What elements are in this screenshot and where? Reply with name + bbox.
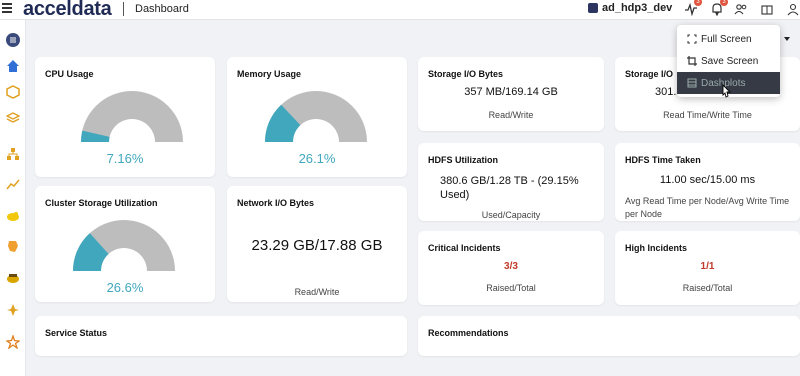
card-title: Storage I/O <box>625 69 674 79</box>
service-status-card: Service Status <box>35 316 407 356</box>
card-title: Critical Incidents <box>428 243 501 253</box>
chart-icon[interactable] <box>5 176 21 192</box>
hdfs-time-card: HDFS Time Taken 11.00 sec/15.00 ms Avg R… <box>615 143 800 221</box>
memory-gauge <box>265 91 367 142</box>
menu-item-full-screen[interactable]: Full Screen <box>677 28 780 50</box>
cpu-gauge <box>81 91 183 142</box>
hive-icon[interactable] <box>5 238 21 254</box>
high-sub: Raised/Total <box>682 283 733 293</box>
card-title: Service Status <box>45 328 108 338</box>
activity-badge: 3 <box>694 0 702 6</box>
cluster-storage-gauge <box>73 220 175 271</box>
storage-io-bytes-card: Storage I/O Bytes 357 MB/169.14 GB Read/… <box>418 57 604 131</box>
card-title: High Incidents <box>625 243 688 253</box>
card-title: HDFS Utilization <box>428 155 498 165</box>
hdfs-time-value: 11.00 sec/15.00 ms <box>659 174 756 186</box>
bell-icon[interactable]: 3 <box>710 0 728 17</box>
dashplots-icon <box>687 78 697 88</box>
bell-badge: 3 <box>720 0 728 6</box>
pointer-cursor-icon <box>722 84 732 98</box>
top-bar: acceldata Dashboard ad_hdp3_dev 3 3 <box>0 0 800 20</box>
card-title: Cluster Storage Utilization <box>45 198 158 208</box>
critical-value: 3/3 <box>504 261 518 272</box>
card-title: Memory Usage <box>237 69 302 79</box>
card-title: Recommendations <box>428 328 509 338</box>
hdfs-time-sub-line2: per Node <box>625 209 663 219</box>
chevron-down-icon[interactable] <box>784 37 790 41</box>
storage-io-sub: Read/Write <box>488 110 534 120</box>
cluster-icon <box>588 3 598 13</box>
card-title: Storage I/O Bytes <box>428 69 504 79</box>
hdfs-util-value: 380.6 GB/1.28 TB - (29.15% Used) <box>440 174 579 202</box>
memory-usage-card: Memory Usage 26.1% <box>227 57 407 177</box>
high-value: 1/1 <box>700 261 715 272</box>
page-title: Dashboard <box>135 3 189 15</box>
network-value: 23.29 GB/17.88 GB <box>251 237 383 254</box>
hadoop-icon[interactable] <box>5 208 21 224</box>
activity-icon[interactable]: 3 <box>684 0 702 17</box>
sidebar <box>0 20 26 376</box>
users-icon[interactable] <box>734 2 748 16</box>
cube-icon[interactable] <box>5 84 21 100</box>
menu-item-save-screen[interactable]: Save Screen <box>677 50 780 72</box>
kafka-icon[interactable] <box>5 334 21 350</box>
divider <box>123 2 124 16</box>
storage-io-value: 357 MB/169.14 GB <box>464 86 558 98</box>
critical-incidents-card[interactable]: Critical Incidents 3/3 Raised/Total <box>418 231 604 305</box>
app-logo[interactable]: acceldata <box>23 0 112 21</box>
hdfs-time-sub: Avg Read Time per Node/Avg Write Time pe… <box>625 195 789 221</box>
home-icon[interactable] <box>5 58 21 74</box>
cpu-usage-card: CPU Usage 7.16% <box>35 57 215 177</box>
hdfs-util-value-line1: 380.6 GB/1.28 TB - (29.15% <box>440 175 579 187</box>
recommendations-card: Recommendations <box>418 316 800 356</box>
box-icon[interactable] <box>760 2 774 16</box>
menu-item-label: Save Screen <box>701 55 759 67</box>
high-incidents-card[interactable]: High Incidents 1/1 Raised/Total <box>615 231 800 305</box>
card-title: HDFS Time Taken <box>625 155 701 165</box>
card-title: CPU Usage <box>45 69 94 79</box>
hdfs-util-value-line2: Used) <box>440 189 470 201</box>
network-io-card: Network I/O Bytes 23.29 GB/17.88 GB Read… <box>227 186 407 302</box>
cluster-storage-card: Cluster Storage Utilization 26.6% <box>35 186 215 302</box>
hdfs-time-sub-line1: Avg Read Time per Node/Avg Write Time <box>625 196 790 206</box>
gauge-value: 7.16% <box>106 151 144 166</box>
fullscreen-icon <box>687 34 697 44</box>
cluster-selector[interactable]: ad_hdp3_dev <box>588 2 672 14</box>
menu-item-label: Full Screen <box>701 33 752 45</box>
sidebar-toggle-icon[interactable] <box>5 32 21 48</box>
zookeeper-icon[interactable] <box>5 270 21 286</box>
cluster-name: ad_hdp3_dev <box>602 2 673 14</box>
network-sub: Read/Write <box>294 287 340 297</box>
spark-icon[interactable] <box>5 302 21 318</box>
crop-icon <box>687 56 697 66</box>
hdfs-utilization-card: HDFS Utilization 380.6 GB/1.28 TB - (29.… <box>418 143 604 221</box>
critical-sub: Raised/Total <box>486 283 536 293</box>
hdfs-util-sub: Used/Capacity <box>481 210 541 220</box>
card-title: Network I/O Bytes <box>237 198 315 208</box>
hierarchy-icon[interactable] <box>5 146 21 162</box>
gauge-value: 26.1% <box>298 151 336 166</box>
menu-icon[interactable] <box>2 3 12 13</box>
layers-icon[interactable] <box>5 110 21 126</box>
user-icon[interactable] <box>786 2 800 16</box>
gauge-value: 26.6% <box>106 280 144 295</box>
storage-io-time-sub: Read Time/Write Time <box>663 110 752 120</box>
